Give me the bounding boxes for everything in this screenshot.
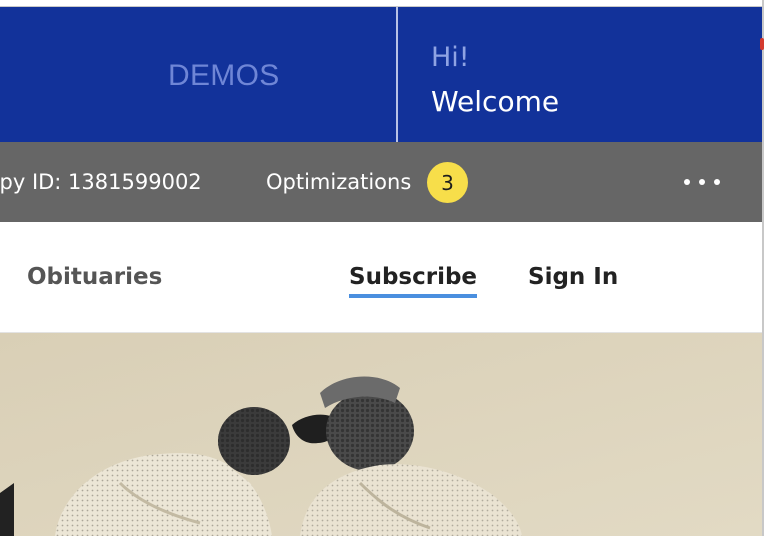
optimizations-count-badge[interactable]: 3 [427,162,468,203]
header-divider [396,7,398,143]
greeting-hi: Hi! [431,42,470,73]
app-id-text: Copy ID: 1381599002 [0,170,202,194]
more-horizontal-icon-dot [714,179,720,185]
notification-edge-mark [760,38,764,50]
optimizations-button[interactable]: Optimizations [266,170,411,194]
hero-photo-illustration [0,333,762,536]
page: DEMOS Hi! Welcome Copy ID: 1381599002 Op… [0,0,764,536]
nav-item-subscribe[interactable]: Subscribe [349,264,478,298]
toolbar: Copy ID: 1381599002 Optimizations 3 [0,142,762,222]
nav-item-obituaries[interactable]: Obituaries [27,264,162,290]
more-horizontal-icon-dot [699,179,705,185]
top-header: DEMOS Hi! Welcome [0,6,762,143]
demos-label[interactable]: DEMOS [168,59,280,93]
site-nav: Obituaries Subscribe Sign In [0,222,762,333]
nav-item-sign-in[interactable]: Sign In [528,264,618,290]
more-horizontal-icon [684,179,690,185]
more-options-button[interactable] [680,166,724,198]
greeting-welcome: Welcome [431,85,560,118]
hero-image [0,333,762,536]
